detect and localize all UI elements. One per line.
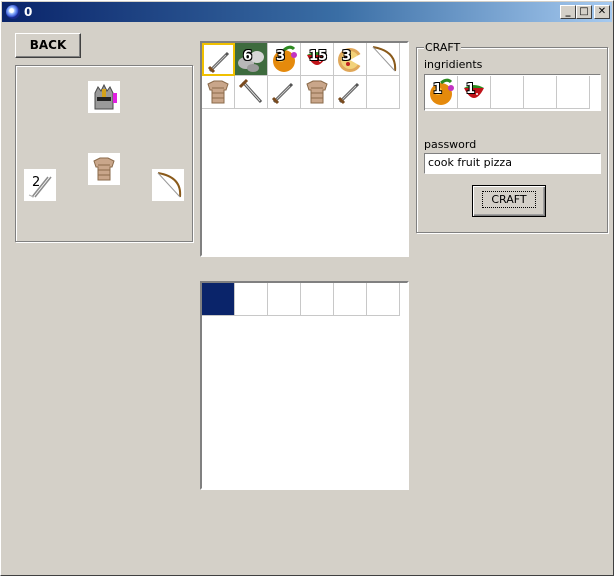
inventory-slot[interactable] bbox=[268, 76, 301, 109]
inventory-slot[interactable] bbox=[367, 43, 400, 76]
maximize-button[interactable]: □ bbox=[576, 5, 592, 19]
minimize-icon: _ bbox=[565, 6, 571, 17]
item-quantity: 6 bbox=[243, 49, 253, 64]
inventory-slot[interactable] bbox=[334, 76, 367, 109]
storage-grid bbox=[200, 281, 409, 490]
inventory-slot[interactable]: 3 bbox=[334, 43, 367, 76]
item-quantity: 1 bbox=[433, 82, 443, 97]
ingredients-label: ingridients bbox=[424, 58, 483, 71]
inventory-slot[interactable]: 6 bbox=[235, 43, 268, 76]
title-bar[interactable]: 0 _ □ ✕ bbox=[2, 2, 612, 22]
password-input[interactable]: cook fruit pizza bbox=[424, 153, 601, 174]
inventory-slot[interactable] bbox=[235, 76, 268, 109]
inventory-slot[interactable] bbox=[367, 76, 400, 109]
storage-slot[interactable] bbox=[301, 283, 334, 316]
equipment-panel: 2 bbox=[15, 65, 193, 242]
inventory-grid: 6 3 15 3 bbox=[200, 41, 409, 257]
minimize-button[interactable]: _ bbox=[560, 5, 576, 19]
inventory-slot[interactable] bbox=[202, 43, 235, 76]
ingredient-slot[interactable] bbox=[524, 76, 557, 109]
equip-slot-arrows[interactable]: 2 bbox=[24, 169, 56, 201]
ingredient-slot[interactable]: 1 bbox=[425, 76, 458, 109]
game-window: 0 _ □ ✕ BACK 2 6 3 15 3 CRAFT ingridients 1… bbox=[0, 0, 614, 576]
equip-slot-armor[interactable] bbox=[88, 153, 120, 185]
app-icon bbox=[6, 5, 20, 19]
ingredients-grid: 11 bbox=[424, 74, 601, 111]
storage-slot[interactable] bbox=[202, 283, 235, 316]
back-button[interactable]: BACK bbox=[15, 33, 81, 58]
back-button-label: BACK bbox=[29, 38, 67, 52]
item-quantity: 15 bbox=[309, 49, 328, 64]
item-quantity: 3 bbox=[276, 49, 286, 64]
ingredient-slot[interactable]: 1 bbox=[458, 76, 491, 109]
item-quantity: 2 bbox=[32, 175, 41, 190]
storage-slot[interactable] bbox=[367, 283, 400, 316]
inventory-slot[interactable] bbox=[301, 76, 334, 109]
ingredient-slot[interactable] bbox=[491, 76, 524, 109]
close-button[interactable]: ✕ bbox=[594, 5, 610, 19]
craft-button-label: CRAFT bbox=[482, 191, 536, 208]
equip-slot-helmet[interactable] bbox=[88, 81, 120, 113]
craft-panel: CRAFT ingridients 11 password cook fruit… bbox=[416, 41, 608, 233]
storage-slot[interactable] bbox=[235, 283, 268, 316]
window-title: 0 bbox=[24, 5, 33, 19]
inventory-slot[interactable] bbox=[202, 76, 235, 109]
craft-button[interactable]: CRAFT bbox=[472, 185, 546, 217]
craft-group-label: CRAFT bbox=[424, 41, 462, 54]
item-quantity: 1 bbox=[466, 82, 476, 97]
inventory-slot[interactable]: 15 bbox=[301, 43, 334, 76]
equip-slot-bow[interactable] bbox=[152, 169, 184, 201]
inventory-slot[interactable]: 3 bbox=[268, 43, 301, 76]
password-label: password bbox=[424, 138, 477, 151]
maximize-icon: □ bbox=[579, 6, 589, 17]
close-icon: ✕ bbox=[597, 6, 607, 17]
storage-slot[interactable] bbox=[268, 283, 301, 316]
ingredient-slot[interactable] bbox=[557, 76, 590, 109]
item-quantity: 3 bbox=[342, 49, 352, 64]
storage-slot[interactable] bbox=[334, 283, 367, 316]
